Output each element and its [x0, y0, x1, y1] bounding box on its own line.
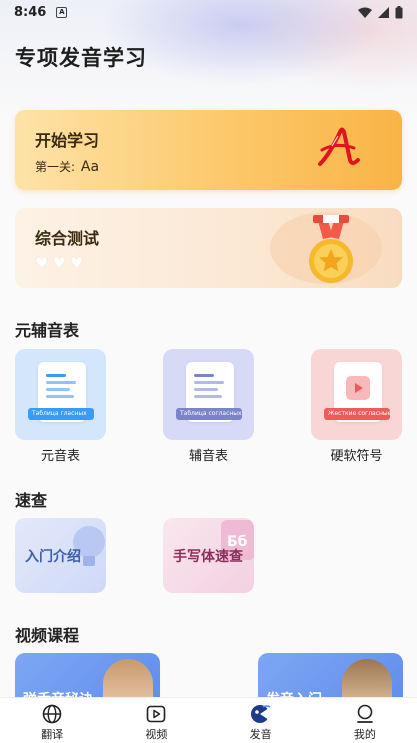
play-icon: [346, 376, 370, 400]
letter-a-icon: [318, 127, 360, 166]
nav-label: 我的: [353, 728, 376, 741]
consonant-table-tile[interactable]: Таблица согласных: [163, 349, 254, 440]
start-learning-title: 开始学习: [35, 131, 100, 150]
status-indicators: [358, 5, 403, 19]
test-title: 综合测试: [35, 229, 100, 248]
handwriting-label: 手写体速查: [173, 549, 243, 565]
vowel-table-label: 元音表: [40, 449, 80, 464]
play-icon: [147, 705, 166, 723]
consonant-table-label: 辅音表: [188, 449, 228, 464]
nav-label: 翻译: [41, 728, 64, 741]
level-text: 第一关: Aa: [35, 158, 99, 175]
intro-label: 入门介绍: [25, 549, 81, 565]
start-learning-card[interactable]: 开始学习 第一关: Aa: [15, 110, 402, 190]
level-prefix: 第一关:: [35, 160, 76, 174]
comprehensive-test-card[interactable]: 综合测试 ♥ ♥ ♥: [15, 208, 402, 288]
medal-icon: [309, 215, 353, 283]
signal-icon: [378, 6, 389, 18]
status-bar: 8:46 A: [0, 0, 417, 24]
heart-icon: ♥: [52, 254, 66, 272]
intro-tile[interactable]: 入门介绍: [15, 518, 106, 593]
nav-label: 视频: [145, 728, 168, 741]
nav-translate[interactable]: 翻译: [0, 698, 104, 743]
battery-icon: [395, 5, 403, 18]
vowel-table-tile[interactable]: Таблица гласных: [15, 349, 106, 440]
hearts-row: ♥ ♥ ♥: [35, 254, 83, 272]
nav-video[interactable]: 视频: [104, 698, 208, 743]
notification-icon: A: [56, 6, 68, 18]
nav-pronunciation[interactable]: 发音: [209, 698, 313, 743]
profile-icon: [356, 704, 373, 723]
wifi-icon: [358, 7, 372, 18]
heart-icon: ♥: [35, 254, 49, 272]
tile-tag: Таблица согласных: [176, 408, 242, 420]
tile-tag: Жесткие согласные: [324, 408, 390, 420]
level-value: Aa: [80, 159, 100, 175]
video-section-title: 视频课程: [15, 626, 80, 645]
status-time: 8:46: [14, 4, 47, 20]
hard-soft-sign-tile[interactable]: Жесткие согласные: [311, 349, 402, 440]
page-title: 专项发音学习: [15, 46, 147, 70]
tile-tag: Таблица гласных: [28, 408, 94, 420]
quick-section-title: 速查: [15, 491, 48, 510]
globe-icon: [42, 704, 62, 724]
heart-icon: ♥: [69, 254, 84, 272]
nav-profile[interactable]: 我的: [313, 698, 417, 743]
pronunciation-icon: [250, 705, 271, 723]
bottom-nav: 翻译 视频 发音 我的: [0, 697, 417, 743]
nav-label: 发音: [249, 728, 272, 741]
handwriting-tile[interactable]: Бб 手写体速查: [163, 518, 254, 593]
phonetics-section-title: 元辅音表: [15, 321, 80, 340]
hard-soft-sign-label: 硬软符号: [330, 449, 383, 464]
